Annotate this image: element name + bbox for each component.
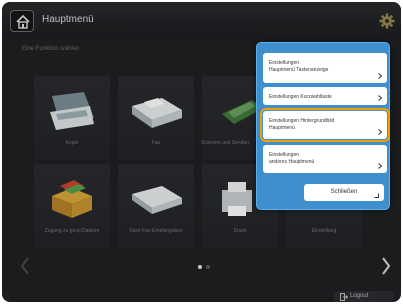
stored-files-icon	[52, 180, 92, 218]
tile-copy[interactable]: Kopie	[34, 76, 110, 160]
close-button[interactable]: Schließen	[304, 184, 384, 201]
logout-label: Logout	[350, 293, 369, 299]
prev-page-arrow-icon[interactable]	[20, 256, 30, 276]
chevron-icon	[378, 163, 382, 169]
tile-label-text: Zugang zu gesp.Dateien	[44, 228, 100, 234]
menu-item-line2: Hauptmenü Tastenanzeige	[269, 67, 329, 73]
chevron-icon	[378, 129, 382, 135]
logout-button[interactable]: Logout	[334, 291, 394, 302]
gear-icon[interactable]	[379, 13, 395, 29]
menu-item-key-display[interactable]: Einstellungen Hauptmenü Tastenanzeige	[263, 53, 387, 83]
tile-fax-inbox[interactable]: Fax/I-Fax Empfangsbox	[118, 164, 194, 248]
menu-item-line1: Einstellungen	[269, 152, 300, 158]
corner-arrow-icon	[374, 193, 379, 198]
menu-item-line2: Hauptmenü	[269, 125, 295, 131]
page-dot	[206, 265, 210, 269]
instruction-text: Eine Funktion wählen.	[22, 46, 82, 52]
close-button-label: Schließen	[330, 189, 358, 195]
page-dot-active	[198, 265, 202, 269]
settings-popup-panel: Einstellungen Hauptmenü Tastenanzeige Ei…	[256, 42, 390, 210]
tile-label: Fax/I-Fax Empfangsbox	[129, 228, 183, 234]
menu-item-other-menu[interactable]: Einstellungen anderes Hauptmenü	[263, 145, 387, 173]
fax-icon	[132, 98, 182, 128]
tile-label: Kopie	[65, 140, 79, 146]
tile-label: Einstellung	[311, 228, 337, 234]
menu-item-line2: anderes Hauptmenü	[269, 159, 315, 165]
tile-label: Zugang zu gesp.Dateien	[34, 228, 110, 234]
tile-label: Druck	[233, 228, 247, 234]
menu-item-line1: Einstellungen Kurzwahltaste	[269, 94, 332, 100]
copy-icon	[50, 92, 94, 130]
logout-icon	[340, 293, 348, 301]
top-bar: Hauptmenü	[2, 2, 401, 38]
menu-item-line1: Einstellungen	[269, 60, 300, 66]
menu-item-speed-dial[interactable]: Einstellungen Kurzwahltaste	[263, 87, 387, 105]
home-icon	[16, 14, 30, 29]
tile-fax[interactable]: Fax	[118, 76, 194, 160]
chevron-icon	[378, 73, 382, 79]
menu-item-line1: Einstellungen Hintergrundbild	[269, 118, 335, 124]
chevron-icon	[378, 95, 382, 101]
next-page-arrow-icon[interactable]	[381, 256, 391, 276]
home-button[interactable]	[10, 10, 34, 32]
fax-inbox-icon	[132, 186, 182, 214]
tile-stored-files[interactable]: Zugang zu gesp.Dateien	[34, 164, 110, 248]
page-title: Hauptmenü	[42, 14, 94, 25]
menu-item-background-image[interactable]: Einstellungen Hintergrundbild Hauptmenü	[260, 108, 390, 142]
